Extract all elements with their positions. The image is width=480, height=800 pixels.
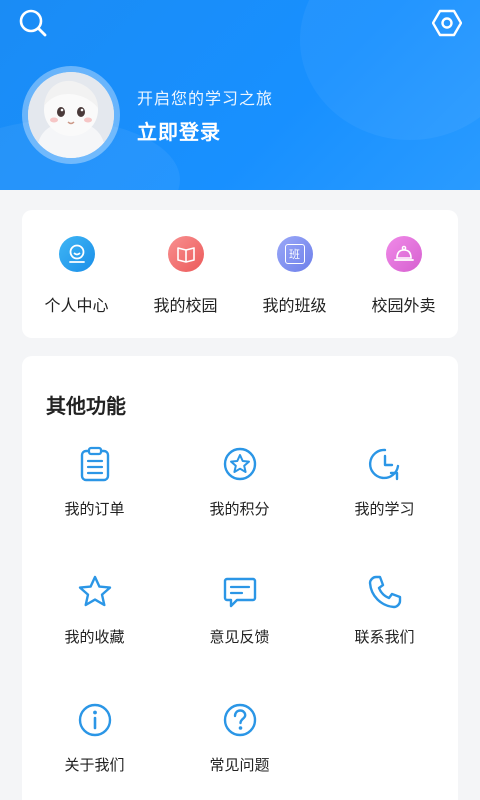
func-label: 关于我们 [64,756,125,774]
func-label: 我的学习 [354,500,415,518]
func-label: 意见反馈 [209,628,270,646]
avatar[interactable] [22,66,120,164]
class-glyph: 班 [284,244,305,264]
smile-icon [58,236,95,272]
quick-link-label: 我的班级 [262,296,327,315]
history-clock-icon [365,444,405,484]
question-icon [220,700,260,740]
func-label: 联系我们 [354,628,415,646]
quick-link-my-campus[interactable]: 我的校园 [131,230,240,316]
func-label: 我的订单 [64,500,125,518]
quick-link-personal-center[interactable]: 个人中心 [22,230,131,316]
quick-link-label: 我的校园 [153,296,218,315]
message-icon [220,572,260,612]
search-icon[interactable] [16,6,50,40]
func-label: 我的积分 [209,500,270,518]
avatar-image [28,72,114,158]
func-my-favorites[interactable]: 我的收藏 [22,572,167,647]
quick-link-label: 个人中心 [44,296,109,315]
settings-icon[interactable] [430,6,464,40]
info-icon [75,700,115,740]
func-label: 我的收藏 [64,628,125,646]
quick-link-label: 校园外卖 [371,296,436,315]
other-functions-card: 其他功能 我的订单 我的积分 我的学习 我的收藏 意见反馈 联系我们 关于我们 … [22,356,458,800]
func-about-us[interactable]: 关于我们 [22,700,167,775]
func-my-orders[interactable]: 我的订单 [22,444,167,519]
func-my-study[interactable]: 我的学习 [312,444,457,519]
welcome-subtitle: 开启您的学习之旅 [137,89,274,108]
func-contact-us[interactable]: 联系我们 [312,572,457,647]
quick-link-campus-food[interactable]: 校园外卖 [349,230,458,316]
quick-links-card: 个人中心 我的校园 班 我的班级 校园外卖 [22,210,458,338]
profile-header: 开启您的学习之旅 立即登录 [0,0,480,190]
login-button[interactable]: 立即登录 [137,116,221,145]
star-icon [75,572,115,612]
func-feedback[interactable]: 意见反馈 [167,572,312,647]
order-icon [75,444,115,484]
quick-link-my-class[interactable]: 班 我的班级 [240,230,349,316]
book-icon [167,236,204,272]
func-my-points[interactable]: 我的积分 [167,444,312,519]
func-label: 常见问题 [209,756,270,774]
phone-icon [365,572,405,612]
food-cover-icon [385,236,422,272]
points-star-icon [220,444,260,484]
func-faq[interactable]: 常见问题 [167,700,312,775]
section-title: 其他功能 [46,394,126,418]
class-icon: 班 [276,236,313,272]
